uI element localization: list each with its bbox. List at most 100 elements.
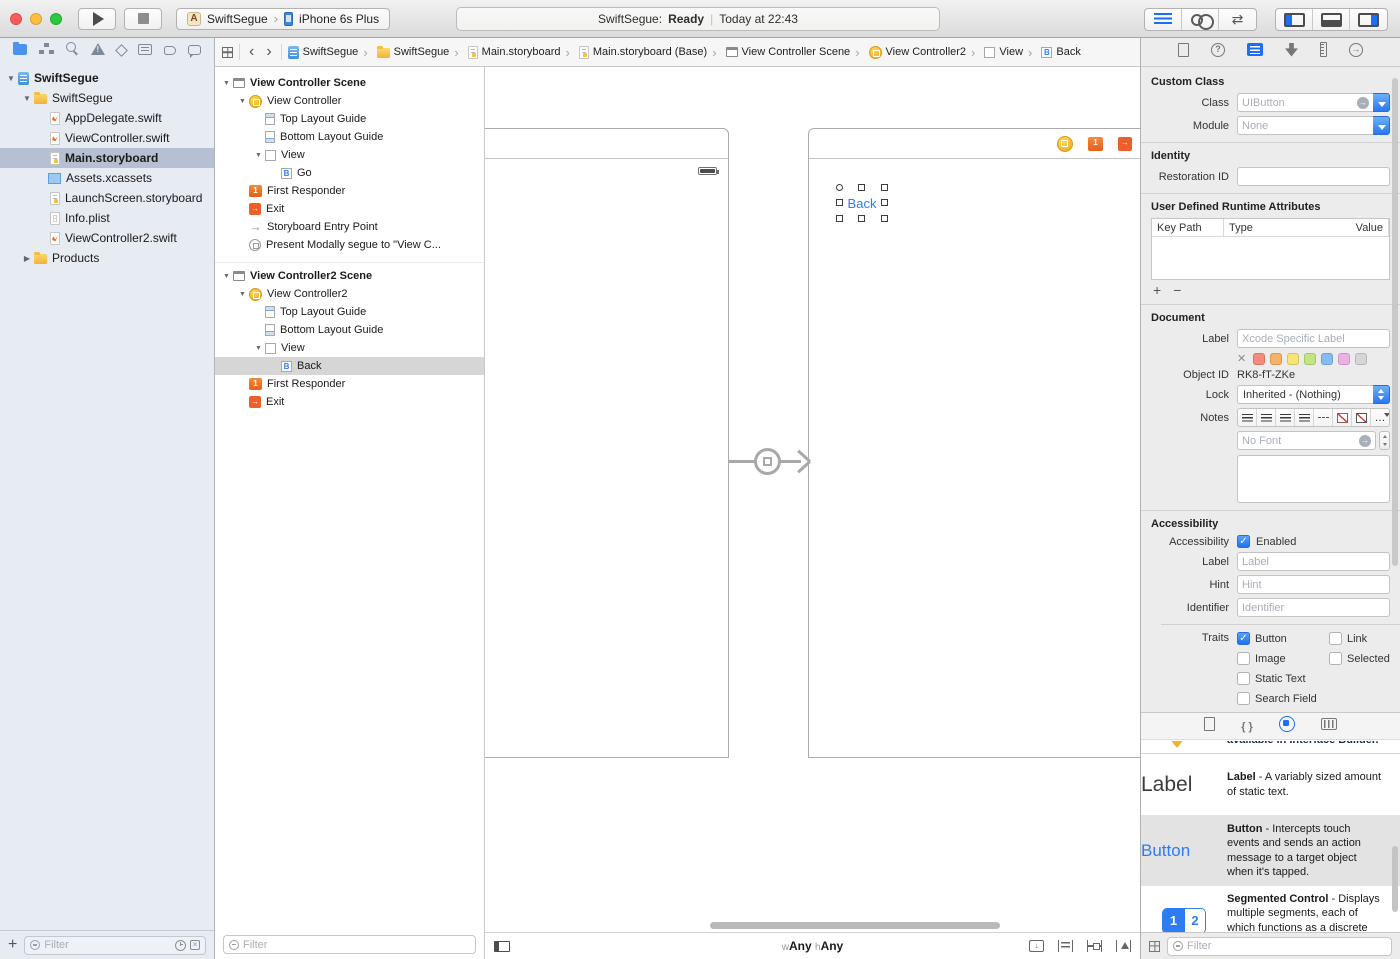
filter-input[interactable] — [1187, 940, 1386, 952]
trait-checkbox[interactable] — [1329, 632, 1342, 645]
notes-format-button[interactable] — [1276, 409, 1295, 426]
file-row[interactable]: ▶ Products — [0, 248, 214, 268]
selection-handle[interactable] — [881, 199, 888, 206]
library-item[interactable]: Button Button - Intercepts touch events … — [1141, 816, 1400, 886]
jumpbar-item[interactable]: Main.storyboard (Base) — [561, 45, 708, 60]
align-icon[interactable] — [1058, 940, 1073, 952]
outline-filter-field[interactable] — [223, 935, 476, 954]
panel-toggle-button[interactable] — [1313, 9, 1350, 30]
disclosure-triangle[interactable]: ▼ — [220, 80, 233, 87]
library-view-mode-icon[interactable] — [1149, 941, 1160, 952]
accessibility-field[interactable] — [1237, 552, 1390, 571]
color-swatch[interactable] — [1287, 353, 1299, 365]
jumpbar-item[interactable]: SwiftSegue — [288, 46, 359, 59]
font-picker-icon[interactable] — [1359, 435, 1371, 447]
outline-row[interactable]: ▼ View Controller Scene — [215, 74, 484, 92]
disclosure-triangle[interactable]: ▼ — [252, 152, 265, 159]
view-controller-1[interactable] — [485, 128, 729, 758]
color-swatch[interactable] — [1321, 353, 1333, 365]
file-row[interactable]: ▼ SwiftSegue — [0, 88, 214, 108]
file-row[interactable]: Main.storyboard — [0, 148, 214, 168]
outline-row[interactable]: Go — [215, 164, 484, 182]
navigator-tab[interactable] — [164, 42, 176, 60]
notes-text-area[interactable] — [1237, 455, 1390, 503]
doc-label-field[interactable] — [1237, 329, 1390, 348]
jumpbar-item[interactable]: Main.storyboard — [449, 45, 560, 60]
accessibility-field[interactable] — [1237, 598, 1390, 617]
close-button[interactable] — [10, 13, 22, 25]
outline-row[interactable]: ▼ View — [215, 339, 484, 357]
filter-input[interactable] — [243, 939, 470, 951]
navigator-tab[interactable] — [39, 42, 54, 60]
pin-icon[interactable] — [1087, 940, 1102, 952]
accessibility-enabled-checkbox[interactable] — [1237, 535, 1250, 548]
forward-chevron-icon[interactable]: › — [263, 44, 274, 60]
outline-row[interactable]: Storyboard Entry Point — [215, 218, 484, 236]
trait-checkbox[interactable] — [1329, 652, 1342, 665]
outline-row[interactable]: First Responder — [215, 182, 484, 200]
library-tab[interactable] — [1321, 717, 1337, 735]
disclosure-triangle[interactable]: ▼ — [252, 345, 265, 352]
panel-toggle-button[interactable] — [1350, 9, 1387, 30]
selection-handle[interactable] — [881, 215, 888, 222]
restoration-id-input[interactable] — [1242, 171, 1385, 183]
accessibility-input[interactable] — [1242, 602, 1385, 614]
color-swatch[interactable] — [1304, 353, 1316, 365]
unsaved-files-icon[interactable] — [190, 940, 200, 950]
font-size-stepper[interactable] — [1379, 431, 1390, 450]
jump-to-class-icon[interactable] — [1357, 97, 1369, 109]
trait-checkbox[interactable] — [1237, 672, 1250, 685]
back-chevron-icon[interactable]: ‹ — [246, 44, 257, 60]
disclosure-triangle[interactable]: ▶ — [20, 254, 34, 263]
doc-label-input[interactable] — [1242, 333, 1385, 345]
jumpbar-item[interactable]: Back — [1023, 45, 1081, 60]
outline-row[interactable]: Present Modally segue to "View C... — [215, 236, 484, 254]
editor-mode-button[interactable] — [1182, 9, 1219, 30]
file-row[interactable]: AppDelegate.swift — [0, 108, 214, 128]
notes-format-button[interactable] — [1371, 409, 1389, 426]
navigator-tab[interactable] — [91, 42, 105, 60]
add-button[interactable]: + — [8, 937, 17, 953]
outline-toggle-icon[interactable] — [222, 47, 233, 58]
outline-row[interactable]: ▼ View Controller2 Scene — [215, 267, 484, 285]
trait-checkbox[interactable] — [1237, 652, 1250, 665]
color-swatch[interactable] — [1355, 353, 1367, 365]
disclosure-triangle[interactable]: ▼ — [236, 291, 249, 298]
module-field[interactable] — [1237, 116, 1373, 135]
accessibility-input[interactable] — [1242, 579, 1385, 591]
notes-format-button[interactable] — [1333, 409, 1352, 426]
outline-row[interactable]: ▼ View Controller — [215, 92, 484, 110]
library-item[interactable]: Label Label - A variably sized amount of… — [1141, 754, 1400, 816]
navigator-tab[interactable] — [66, 42, 79, 60]
selection-handle[interactable] — [858, 215, 865, 222]
scheme-selector[interactable]: SwiftSegue › iPhone 6s Plus — [176, 8, 390, 30]
first-responder-icon[interactable] — [1088, 137, 1103, 151]
selection-handle[interactable] — [836, 199, 843, 206]
outline-row[interactable]: Exit — [215, 200, 484, 218]
file-row[interactable]: Assets.xcassets — [0, 168, 214, 188]
font-field[interactable] — [1237, 431, 1376, 450]
file-row[interactable]: ▼ SwiftSegue — [0, 68, 214, 88]
view-controller-1-view[interactable] — [485, 159, 728, 757]
navigator-tab[interactable] — [117, 42, 126, 60]
editor-mode-button[interactable] — [1219, 9, 1256, 30]
clear-color-button[interactable]: ✕ — [1237, 352, 1246, 365]
library-filter-field[interactable] — [1167, 937, 1392, 956]
inspector-tab[interactable] — [1285, 43, 1298, 62]
present-modally-segue-arrow[interactable] — [729, 447, 808, 476]
inspector-tab[interactable] — [1211, 43, 1225, 62]
notes-format-button[interactable] — [1238, 409, 1257, 426]
inspector-tab[interactable] — [1349, 43, 1363, 62]
view-controller-2[interactable]: Back — [808, 128, 1140, 758]
inspector-scrollbar[interactable] — [1392, 78, 1398, 566]
library-item[interactable]: 1 2 Segmented Control - Displays multipl… — [1141, 886, 1400, 932]
disclosure-triangle[interactable]: ▼ — [236, 98, 249, 105]
jumpbar-item[interactable]: View Controller2 — [850, 45, 966, 60]
outline-row[interactable]: Back — [215, 357, 484, 375]
outline-row[interactable]: First Responder — [215, 375, 484, 393]
module-input[interactable] — [1242, 120, 1369, 132]
remove-attribute-button[interactable]: − — [1173, 283, 1181, 297]
file-row[interactable]: ViewController.swift — [0, 128, 214, 148]
file-row[interactable]: Info.plist — [0, 208, 214, 228]
trait-checkbox[interactable] — [1237, 632, 1250, 645]
